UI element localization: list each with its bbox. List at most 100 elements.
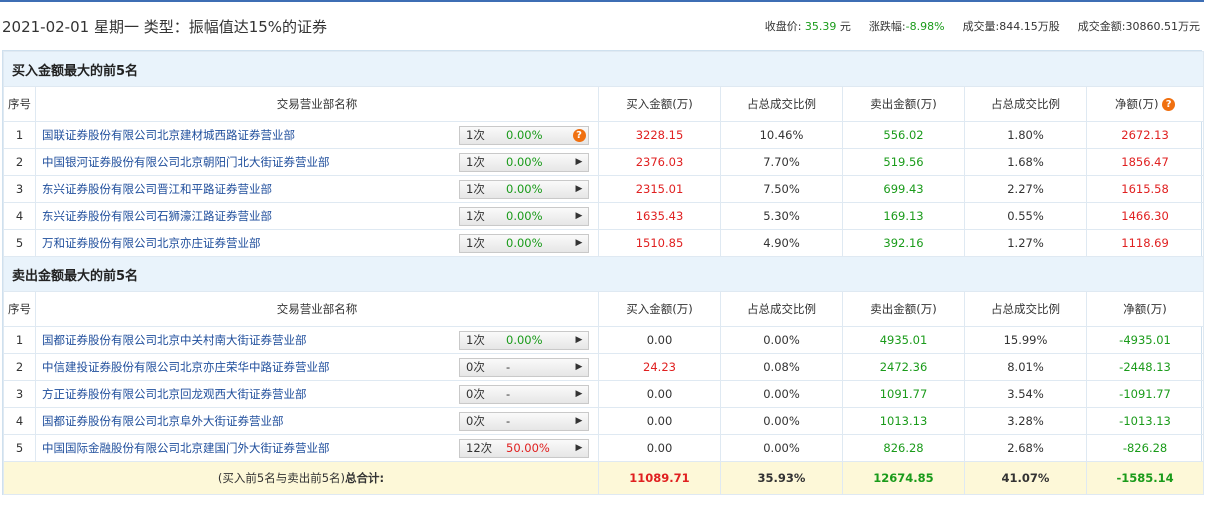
buy-amount: 0.00: [598, 326, 721, 354]
column-header: 买入金额(万): [598, 291, 721, 327]
buy-ratio: 0.00%: [720, 326, 843, 354]
broker-history-button[interactable]: 1次 0.00%?: [459, 125, 589, 145]
net-amount: -826.28: [1085, 434, 1205, 462]
sell-ratio: 2.68%: [964, 434, 1087, 462]
broker-link[interactable]: 国都证券股份有限公司北京阜外大街证券营业部: [42, 413, 284, 429]
appear-count: 0次: [466, 414, 485, 428]
buy-amount: 0.00: [598, 380, 721, 408]
buy-ratio: 0.00%: [720, 380, 843, 408]
table-row: 2 中国银河证券股份有限公司北京朝阳门北大街证券营业部 1次 0.00% ▶ 2376.0…: [3, 148, 1205, 176]
broker-link[interactable]: 东兴证券股份有限公司晋江和平路证券营业部: [42, 181, 272, 197]
broker-link[interactable]: 中国国际金融股份有限公司北京建国门外大街证券营业部: [42, 440, 330, 456]
sell-ratio: 1.80%: [964, 121, 1087, 149]
net-amount: -4935.01: [1085, 326, 1205, 354]
success-rate: 0.00%: [506, 236, 543, 250]
buy-ratio: 5.30%: [720, 202, 843, 230]
column-header: 买入金额(万): [598, 86, 721, 122]
broker-history-button[interactable]: 1次 0.00% ▶: [459, 206, 589, 226]
row-number: 2: [3, 353, 36, 381]
close-price: 收盘价: 35.39 元: [764, 20, 851, 33]
sell-ratio: 1.27%: [964, 229, 1087, 257]
broker-link[interactable]: 万和证券股份有限公司北京亦庄证券营业部: [42, 235, 261, 251]
play-arrow-icon: ▶: [575, 362, 583, 372]
column-header: 卖出金额(万): [842, 291, 965, 327]
dragon-tiger-table-wrap: 买入金额最大的前5名 序号 交易营业部名称 买入金额(万) 占总成交比例 卖出金额(万) 占…: [2, 50, 1205, 495]
net-amount: 1856.47: [1085, 148, 1205, 176]
success-rate: 0.00%: [506, 333, 543, 347]
question-circle-icon[interactable]: ?: [1162, 98, 1176, 111]
appear-count: 0次: [466, 360, 485, 374]
success-rate: 0.00%: [506, 128, 543, 142]
broker-cell: 中信建投证券股份有限公司北京亦庄荣华中路证券营业部 0次 - ▶: [35, 353, 599, 381]
broker-history-button[interactable]: 1次 0.00% ▶: [459, 179, 589, 199]
success-rate: -: [506, 387, 511, 401]
broker-link[interactable]: 方正证券股份有限公司北京回龙观西大街证券营业部: [42, 386, 307, 402]
table-row: 5 万和证券股份有限公司北京亦庄证券营业部 1次 0.00% ▶ 1510.85 4.90%…: [3, 229, 1205, 257]
appear-count: 12次: [466, 441, 493, 455]
column-header: 卖出金额(万): [842, 86, 965, 122]
total-buy: 11089.71: [598, 461, 721, 495]
broker-link[interactable]: 国都证券股份有限公司北京中关村南大街证券营业部: [42, 332, 307, 348]
total-label: (买入前5名与卖出前5名)总合计:: [3, 461, 599, 495]
sell-ratio: 3.54%: [964, 380, 1087, 408]
column-header: 占总成交比例: [720, 86, 843, 122]
table-row: 3 方正证券股份有限公司北京回龙观西大街证券营业部 0次 - ▶ 0.00 0.00% 109…: [3, 380, 1205, 408]
sell-amount: 699.43: [842, 175, 965, 203]
buy-amount: 24.23: [598, 353, 721, 381]
table-row: 3 东兴证券股份有限公司晋江和平路证券营业部 1次 0.00% ▶ 2315.01 7.50…: [3, 175, 1205, 203]
sell-amount: 392.16: [842, 229, 965, 257]
broker-history-button[interactable]: 12次 50.00% ▶: [459, 438, 589, 458]
broker-cell: 国都证券股份有限公司北京中关村南大街证券营业部 1次 0.00% ▶: [35, 326, 599, 354]
appear-count: 1次: [466, 155, 485, 169]
success-rate: 0.00%: [506, 209, 543, 223]
net-amount: -1013.13: [1085, 407, 1205, 435]
play-arrow-icon: ▶: [575, 335, 583, 345]
appear-count: 1次: [466, 182, 485, 196]
question-circle-icon[interactable]: ?: [572, 128, 586, 142]
success-rate: -: [506, 360, 511, 374]
row-number: 1: [3, 121, 36, 149]
buy-ratio: 0.00%: [720, 407, 843, 435]
broker-history-button[interactable]: 1次 0.00% ▶: [459, 152, 589, 172]
column-header: 占总成交比例: [964, 86, 1087, 122]
buy-ratio: 0.08%: [720, 353, 843, 381]
success-rate: 0.00%: [506, 182, 543, 196]
sell-amount: 169.13: [842, 202, 965, 230]
play-arrow-icon: ▶: [575, 416, 583, 426]
buy-ratio: 7.50%: [720, 175, 843, 203]
total-row: (买入前5名与卖出前5名)总合计: 11089.71 35.93% 12674.85 4…: [3, 461, 1205, 495]
broker-history-button[interactable]: 1次 0.00% ▶: [459, 233, 589, 253]
sell-ratio: 8.01%: [964, 353, 1087, 381]
broker-link[interactable]: 国联证券股份有限公司北京建材城西路证券营业部: [42, 127, 295, 143]
section-header: 卖出金额最大的前5名: [2, 256, 1205, 292]
broker-history-button[interactable]: 0次 - ▶: [459, 411, 589, 431]
play-arrow-icon: ▶: [575, 443, 583, 453]
section-header: 买入金额最大的前5名: [2, 51, 1205, 87]
broker-cell: 国都证券股份有限公司北京阜外大街证券营业部 0次 - ▶: [35, 407, 599, 435]
broker-history-button[interactable]: 1次 0.00% ▶: [459, 330, 589, 350]
sell-ratio: 15.99%: [964, 326, 1087, 354]
play-arrow-icon: ▶: [575, 184, 583, 194]
row-number: 3: [3, 175, 36, 203]
column-header: 净额(万) ?: [1085, 86, 1205, 122]
table-row: 4 国都证券股份有限公司北京阜外大街证券营业部 0次 - ▶ 0.00 0.00% 1013.…: [3, 407, 1205, 435]
broker-history-button[interactable]: 0次 - ▶: [459, 384, 589, 404]
table-row: 2 中信建投证券股份有限公司北京亦庄荣华中路证券营业部 0次 - ▶ 24.23 0.08%…: [3, 353, 1205, 381]
buy-amount: 2376.03: [598, 148, 721, 176]
page-title: 2021-02-01 星期一 类型：振幅值达15%的证券: [2, 17, 328, 36]
appear-count: 1次: [466, 333, 485, 347]
broker-link[interactable]: 中国银河证券股份有限公司北京朝阳门北大街证券营业部: [42, 154, 330, 170]
broker-cell: 国联证券股份有限公司北京建材城西路证券营业部 1次 0.00%?: [35, 121, 599, 149]
row-number: 1: [3, 326, 36, 354]
broker-history-button[interactable]: 0次 - ▶: [459, 357, 589, 377]
broker-link[interactable]: 中信建投证券股份有限公司北京亦庄荣华中路证券营业部: [42, 359, 330, 375]
row-number: 2: [3, 148, 36, 176]
top-bar: 2021-02-01 星期一 类型：振幅值达15%的证券 收盘价: 35.39 …: [0, 0, 1204, 50]
change-percent: 涨跌幅:-8.98%: [868, 20, 945, 33]
section-title: 买入金额最大的前5名: [2, 51, 1205, 87]
net-amount: 2672.13: [1085, 121, 1205, 149]
appear-count: 1次: [466, 128, 485, 142]
table-row: 1 国都证券股份有限公司北京中关村南大街证券营业部 1次 0.00% ▶ 0.00 0.00…: [3, 326, 1205, 354]
broker-link[interactable]: 东兴证券股份有限公司石狮濠江路证券营业部: [42, 208, 272, 224]
buy-ratio: 0.00%: [720, 434, 843, 462]
